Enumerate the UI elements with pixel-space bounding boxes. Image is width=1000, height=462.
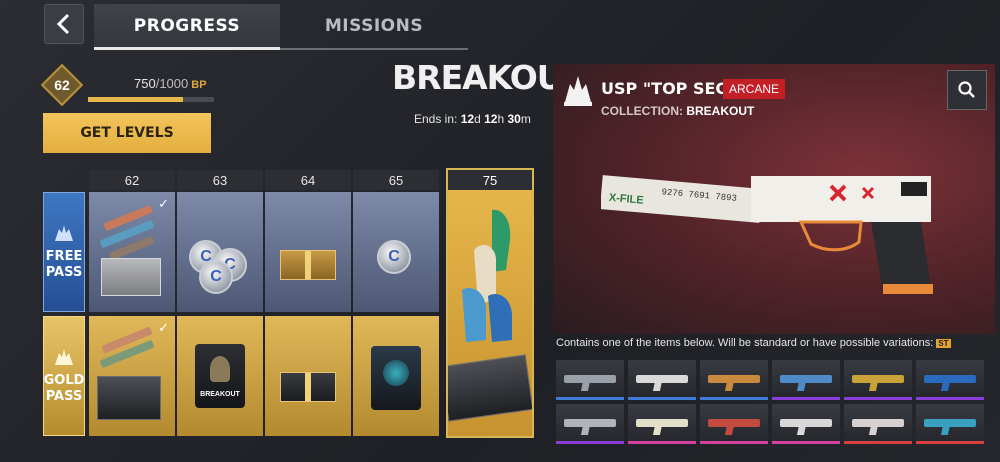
variant-shotgun[interactable] — [700, 360, 768, 400]
variant-rifle[interactable] — [556, 404, 624, 444]
back-button[interactable] — [44, 4, 84, 44]
rifle-icon — [780, 419, 832, 427]
lucky-bag-icon — [371, 346, 421, 410]
ends-in-label: Ends in: — [414, 112, 458, 126]
bp-max: 1000 — [159, 76, 189, 91]
rarity-bar — [772, 441, 840, 444]
free-reward-62[interactable]: ✓ — [89, 192, 175, 312]
variant-smg[interactable] — [916, 404, 984, 444]
smg-icon — [924, 375, 976, 383]
reward-level-75[interactable]: 75 — [446, 168, 534, 438]
gold-reward-65[interactable] — [353, 316, 439, 436]
bp-current: 750 — [134, 76, 156, 91]
level-badge: 62 — [40, 63, 84, 107]
rarity-bar — [628, 441, 696, 444]
free-pass-label: FREE PASS — [43, 192, 85, 312]
rarity-bar — [916, 441, 984, 444]
bp-progress-text: 750/1000 BP — [134, 76, 207, 91]
free-reward-64[interactable] — [265, 192, 351, 312]
rarity-bar — [844, 397, 912, 400]
bp-progress-bar — [88, 97, 214, 102]
rarity-bar — [556, 397, 624, 400]
search-icon — [958, 81, 975, 98]
free-reward-65[interactable] — [353, 192, 439, 312]
rarity-badge: ARCANE — [723, 79, 786, 99]
level-header-65: 65 — [353, 170, 439, 190]
variant-pistol[interactable] — [844, 404, 912, 444]
coin-icon — [377, 240, 411, 274]
free-reward-63[interactable] — [177, 192, 263, 312]
bp-unit: BP — [191, 79, 207, 91]
weapon-crate-icon — [101, 258, 161, 296]
gold-reward-62[interactable]: ✓ — [89, 316, 175, 436]
rifle-icon — [780, 375, 832, 383]
get-levels-button[interactable]: GET LEVELS — [43, 113, 211, 153]
inspect-button[interactable] — [947, 70, 987, 110]
collection-label: COLLECTION: BREAKOUT — [601, 104, 755, 118]
gold-pass-label: GOLD PASS — [43, 316, 85, 436]
tab-bar: PROGRESS MISSIONS — [94, 4, 468, 50]
gold-reward-63[interactable]: BREAKOUT — [177, 316, 263, 436]
standard-badge: ST — [936, 338, 951, 348]
level-header-62: 62 — [89, 170, 175, 190]
wolf-emblem-icon — [55, 349, 73, 365]
pistol-icon — [636, 419, 688, 427]
level-header-75: 75 — [448, 170, 532, 190]
timer-days: 12 — [460, 112, 475, 126]
contains-description: Contains one of the items below. Will be… — [556, 337, 951, 349]
weapon-case-icon — [97, 376, 161, 420]
smg-icon — [708, 419, 760, 427]
shotgun-icon — [708, 375, 760, 383]
rarity-bar — [700, 441, 768, 444]
level-header-64: 64 — [265, 170, 351, 190]
smg-icon — [564, 375, 616, 383]
wolf-emblem-icon — [55, 225, 73, 241]
pistol-icon — [852, 419, 904, 427]
rifle-icon — [564, 419, 616, 427]
gift-box-icon — [280, 372, 336, 402]
variant-rifle[interactable] — [772, 404, 840, 444]
claimed-check-icon: ✓ — [158, 196, 169, 211]
bp-progress-fill — [88, 97, 183, 102]
gift-box-icon — [280, 250, 336, 280]
variant-smg[interactable] — [916, 360, 984, 400]
gold-reward-64[interactable] — [265, 316, 351, 436]
tab-underline — [94, 47, 468, 50]
chevron-left-icon — [56, 13, 70, 35]
rarity-bar — [556, 441, 624, 444]
variant-grid — [556, 360, 996, 446]
pistol-preview: X-FILE 9276 7691 7893 — [601, 175, 933, 294]
collection-value: BREAKOUT — [686, 104, 755, 118]
rarity-bar — [772, 397, 840, 400]
gloves-icon — [462, 209, 512, 342]
tab-missions[interactable]: MISSIONS — [280, 4, 468, 48]
weapon-case-icon — [448, 354, 532, 422]
variant-pistol[interactable] — [628, 404, 696, 444]
tab-progress[interactable]: PROGRESS — [94, 4, 280, 48]
item-detail-panel: USP "TOP SECRET" ARCANE COLLECTION: BREA… — [553, 64, 995, 334]
rarity-bar — [628, 397, 696, 400]
rarity-bar — [916, 397, 984, 400]
breakout-emblem-icon — [564, 76, 592, 106]
claimed-check-icon: ✓ — [158, 320, 169, 335]
smg-icon — [924, 419, 976, 427]
season-timer: Ends in: 12d 12h 30m — [414, 112, 531, 126]
variant-pistol[interactable] — [844, 360, 912, 400]
variant-rifle[interactable] — [628, 360, 696, 400]
rifle-icon — [636, 375, 688, 383]
rarity-bar — [844, 441, 912, 444]
character-bag-icon: BREAKOUT — [195, 344, 245, 408]
variant-smg[interactable] — [556, 360, 624, 400]
level-header-63: 63 — [177, 170, 263, 190]
timer-hours: 12 — [484, 112, 498, 126]
variant-smg[interactable] — [700, 404, 768, 444]
level-number: 62 — [54, 77, 70, 93]
variant-rifle[interactable] — [772, 360, 840, 400]
pistol-icon — [852, 375, 904, 383]
rarity-bar — [700, 397, 768, 400]
timer-minutes: 30 — [507, 112, 521, 126]
